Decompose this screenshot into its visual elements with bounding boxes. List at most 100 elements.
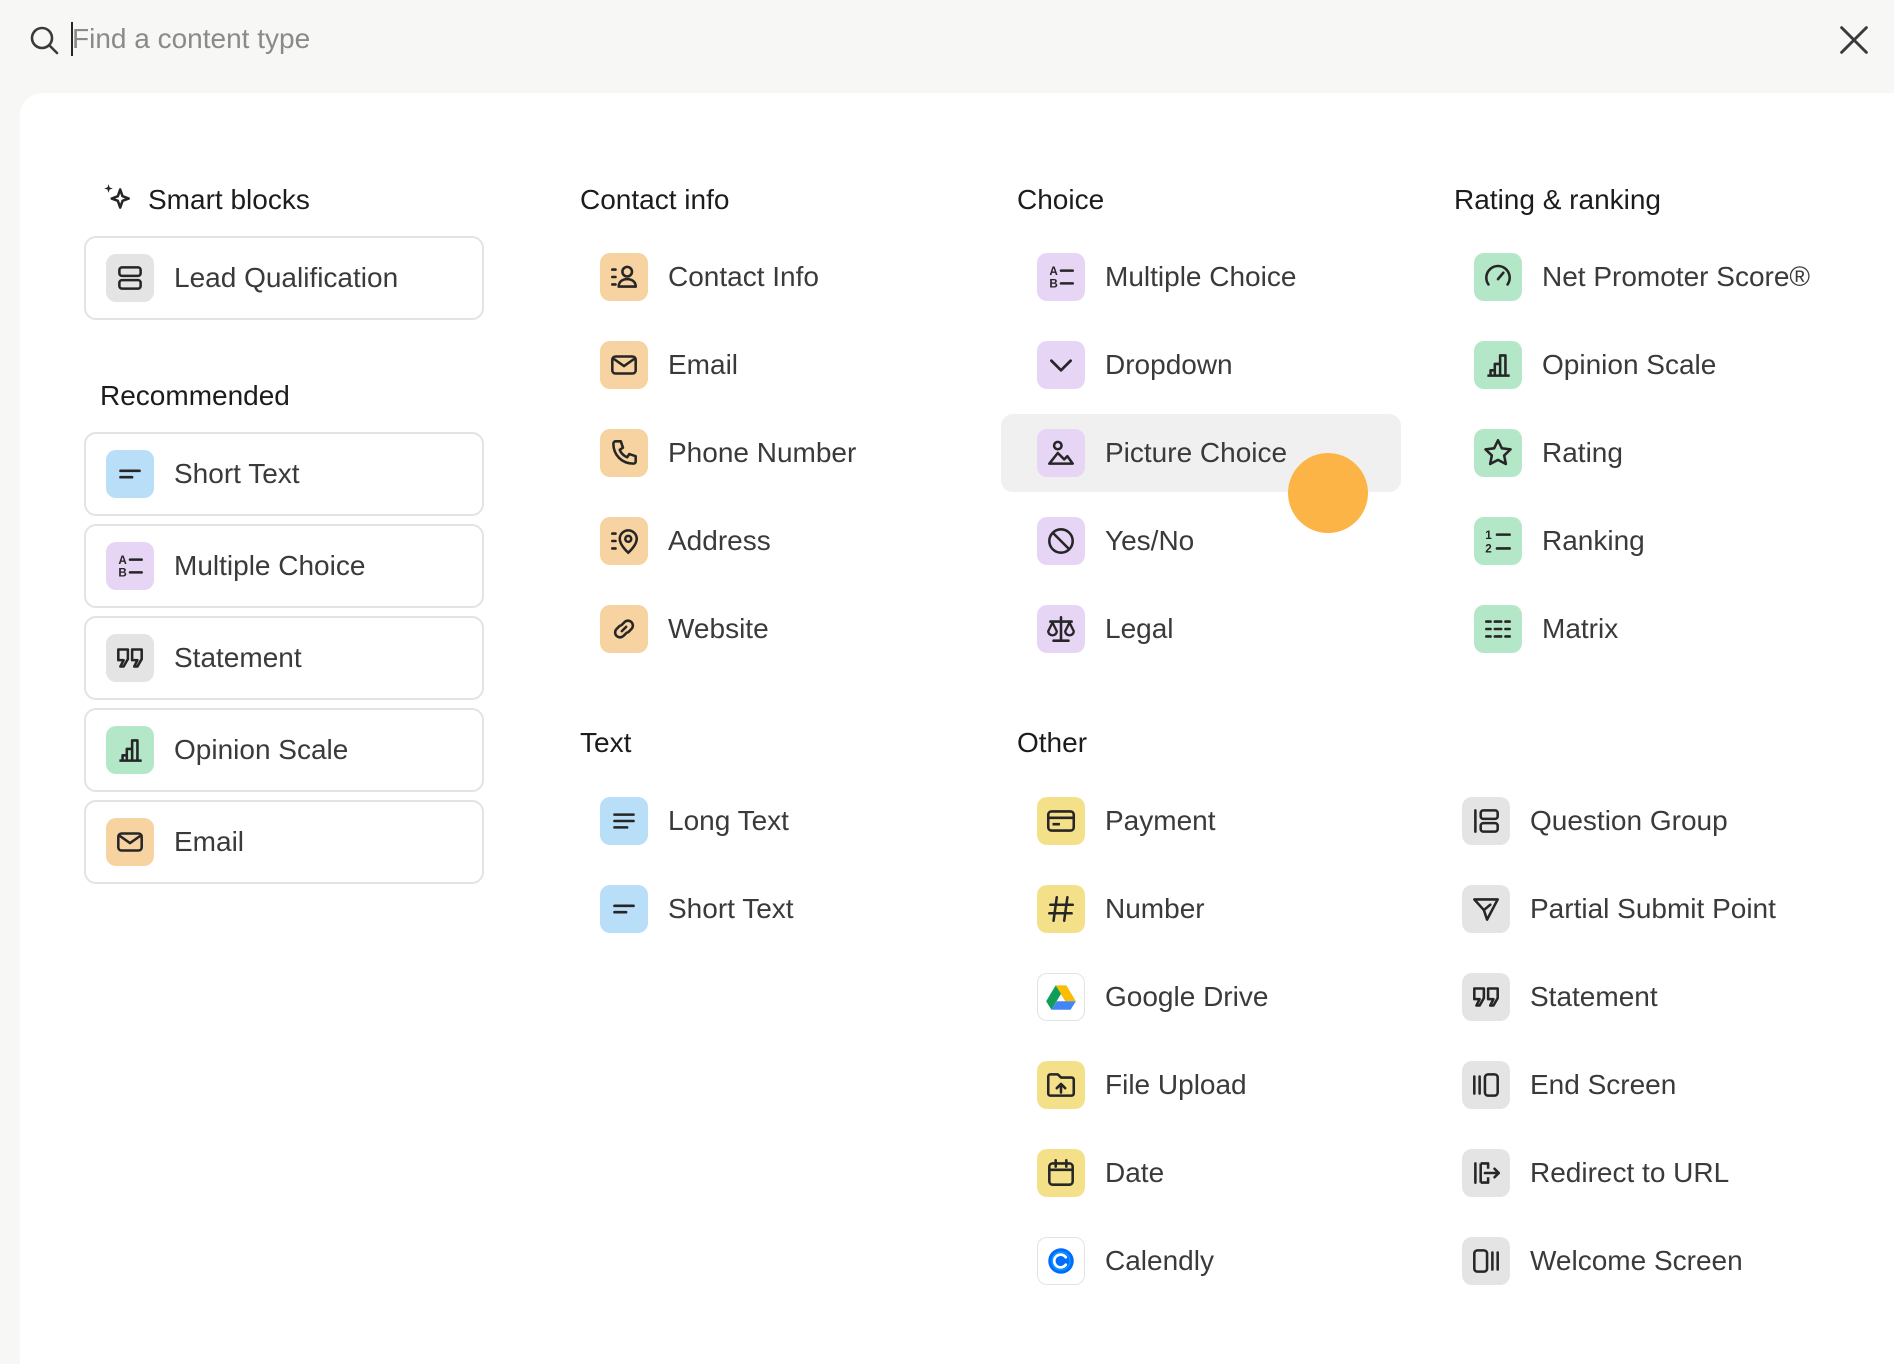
- item-file-upload[interactable]: File Upload: [1017, 1046, 1417, 1124]
- short-text-icon: [600, 885, 648, 933]
- phone-icon: [600, 429, 648, 477]
- item-label: Yes/No: [1105, 525, 1195, 556]
- item-label: Multiple Choice: [1105, 261, 1297, 292]
- item-partial-submit-point[interactable]: Partial Submit Point: [1442, 870, 1842, 948]
- bar-chart-icon: [106, 726, 154, 774]
- item-label: Payment: [1105, 805, 1216, 836]
- question-group-icon: [1462, 797, 1510, 845]
- yes-no-icon: [1037, 517, 1085, 565]
- item-label: Short Text: [174, 458, 300, 489]
- item-multiple-choice[interactable]: Multiple Choice: [1017, 238, 1417, 316]
- item-label: Email: [174, 826, 245, 857]
- item-label: Lead Qualification: [174, 262, 399, 293]
- item-label: Address: [668, 525, 771, 556]
- item-label: Matrix: [1542, 613, 1619, 644]
- item-end-screen[interactable]: End Screen: [1442, 1046, 1842, 1124]
- item-label: Number: [1105, 893, 1205, 924]
- item-label: Dropdown: [1105, 349, 1233, 380]
- item-contact-info[interactable]: Contact Info: [580, 238, 980, 316]
- item-net-promoter-score[interactable]: Net Promoter Score®: [1454, 238, 1854, 316]
- close-icon[interactable]: [1836, 22, 1872, 58]
- item-short-text[interactable]: Short Text: [580, 870, 980, 948]
- item-label: Phone Number: [668, 437, 857, 468]
- item-legal[interactable]: Legal: [1017, 590, 1417, 668]
- search-input[interactable]: [72, 14, 1722, 64]
- item-label: End Screen: [1530, 1069, 1677, 1100]
- google-drive-icon: [1037, 973, 1085, 1021]
- item-payment[interactable]: Payment: [1017, 782, 1417, 860]
- item-date[interactable]: Date: [1017, 1134, 1417, 1212]
- hash-icon: [1037, 885, 1085, 933]
- item-label: Question Group: [1530, 805, 1728, 836]
- item-label: Contact Info: [668, 261, 819, 292]
- recommended-email[interactable]: Email: [84, 800, 484, 884]
- welcome-screen-icon: [1462, 1237, 1510, 1285]
- item-label: Multiple Choice: [174, 550, 366, 581]
- item-ranking[interactable]: Ranking: [1454, 502, 1854, 580]
- item-rating[interactable]: Rating: [1454, 414, 1854, 492]
- item-website[interactable]: Website: [580, 590, 980, 668]
- search-bar: [0, 0, 1894, 80]
- recommended-multiple-choice[interactable]: Multiple Choice: [84, 524, 484, 608]
- ranking-icon: [1474, 517, 1522, 565]
- calendar-icon: [1037, 1149, 1085, 1197]
- chevron-down-icon: [1037, 341, 1085, 389]
- long-text-icon: [600, 797, 648, 845]
- item-label: Calendly: [1105, 1245, 1214, 1276]
- item-label: Opinion Scale: [174, 734, 349, 765]
- recommended-statement[interactable]: Statement: [84, 616, 484, 700]
- smart-block-lead-qualification[interactable]: Lead Qualification: [84, 236, 484, 320]
- item-matrix[interactable]: Matrix: [1454, 590, 1854, 668]
- item-question-group[interactable]: Question Group: [1442, 782, 1842, 860]
- item-label: Long Text: [668, 805, 789, 836]
- item-opinion-scale[interactable]: Opinion Scale: [1454, 326, 1854, 404]
- item-phone-number[interactable]: Phone Number: [580, 414, 980, 492]
- recommended-opinion-scale[interactable]: Opinion Scale: [84, 708, 484, 792]
- item-label: Website: [668, 613, 769, 644]
- section-title-text: Text: [580, 727, 632, 758]
- item-label: File Upload: [1105, 1069, 1247, 1100]
- item-dropdown[interactable]: Dropdown: [1017, 326, 1417, 404]
- link-icon: [600, 605, 648, 653]
- map-pin-icon: [600, 517, 648, 565]
- item-label: Statement: [174, 642, 302, 673]
- item-statement[interactable]: Statement: [1442, 958, 1842, 1036]
- section-title-rating-ranking: Rating & ranking: [1454, 184, 1662, 215]
- contact-card-icon: [600, 253, 648, 301]
- item-number[interactable]: Number: [1017, 870, 1417, 948]
- section-title-recommended: Recommended: [100, 380, 290, 411]
- item-address[interactable]: Address: [580, 502, 980, 580]
- item-redirect-to-url[interactable]: Redirect to URL: [1442, 1134, 1842, 1212]
- item-label: Email: [668, 349, 739, 380]
- envelope-icon: [600, 341, 648, 389]
- recommended-short-text[interactable]: Short Text: [84, 432, 484, 516]
- image-icon: [1037, 429, 1085, 477]
- gauge-icon: [1474, 253, 1522, 301]
- item-label: Short Text: [668, 893, 794, 924]
- section-title-smart-blocks: Smart blocks: [148, 184, 310, 215]
- item-label: Redirect to URL: [1530, 1157, 1730, 1188]
- multiple-choice-icon: [1037, 253, 1085, 301]
- section-title-contact-info: Contact info: [580, 184, 730, 215]
- matrix-icon: [1474, 605, 1522, 653]
- credit-card-icon: [1037, 797, 1085, 845]
- item-email[interactable]: Email: [580, 326, 980, 404]
- send-icon: [1462, 885, 1510, 933]
- item-google-drive[interactable]: Google Drive: [1017, 958, 1417, 1036]
- search-icon: [30, 26, 59, 55]
- end-screen-icon: [1462, 1061, 1510, 1109]
- folder-upload-icon: [1037, 1061, 1085, 1109]
- quote-icon: [1462, 973, 1510, 1021]
- sparkle-icon: [104, 184, 130, 209]
- item-long-text[interactable]: Long Text: [580, 782, 980, 860]
- item-label: Rating: [1542, 437, 1623, 468]
- stack-icon: [106, 254, 154, 302]
- item-label: Ranking: [1542, 525, 1645, 556]
- envelope-icon: [106, 818, 154, 866]
- content-type-panel: Smart blocks Lead Qualification Recommen…: [20, 93, 1894, 1364]
- item-calendly[interactable]: Calendly: [1017, 1222, 1417, 1300]
- bar-chart-icon: [1474, 341, 1522, 389]
- short-text-icon: [106, 450, 154, 498]
- quote-icon: [106, 634, 154, 682]
- item-welcome-screen[interactable]: Welcome Screen: [1442, 1222, 1842, 1300]
